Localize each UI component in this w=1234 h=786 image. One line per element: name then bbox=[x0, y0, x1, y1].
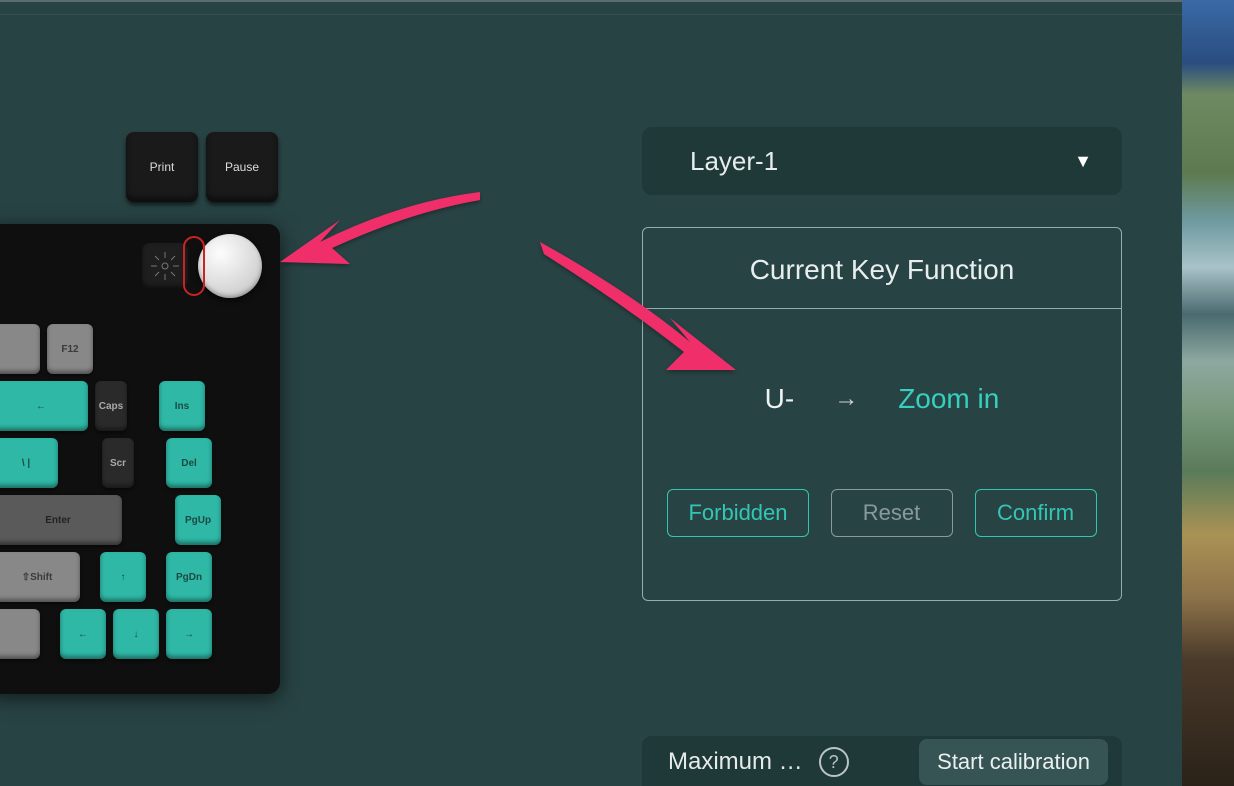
key-print[interactable]: Print bbox=[126, 132, 198, 202]
key-pgdn[interactable]: PgDn bbox=[166, 552, 212, 602]
key-backslash[interactable]: \ | bbox=[0, 438, 58, 488]
layer-dropdown[interactable]: Layer-1 ▼ bbox=[642, 127, 1122, 195]
help-icon[interactable]: ? bbox=[819, 747, 849, 777]
key-blank[interactable] bbox=[0, 324, 40, 374]
keyboard-image: F12 ← Caps Ins \ | Scr Del Enter PgUp ⇧S… bbox=[0, 224, 280, 694]
key-ins[interactable]: Ins bbox=[159, 381, 205, 431]
start-calibration-button[interactable]: Start calibration bbox=[919, 739, 1108, 785]
key-mapping-row: U- → Zoom in bbox=[643, 309, 1121, 489]
key-up[interactable]: ↑ bbox=[100, 552, 146, 602]
key-down[interactable]: ↓ bbox=[113, 609, 159, 659]
key-pause[interactable]: Pause bbox=[206, 132, 278, 202]
desktop-background-strip bbox=[1182, 0, 1234, 786]
top-detached-keys: Print Pause bbox=[126, 132, 290, 208]
key-del[interactable]: Del bbox=[166, 438, 212, 488]
current-key-function-panel: Current Key Function U- → Zoom in Forbid… bbox=[642, 227, 1122, 601]
calibration-label: Maximum … bbox=[668, 748, 803, 776]
chevron-down-icon: ▼ bbox=[1074, 151, 1092, 172]
key-pgup[interactable]: PgUp bbox=[175, 495, 221, 545]
key-scr-indicator: Scr bbox=[102, 438, 134, 488]
arrow-right-icon: → bbox=[834, 385, 858, 413]
layer-selected-label: Layer-1 bbox=[690, 146, 778, 177]
forbidden-button[interactable]: Forbidden bbox=[667, 489, 808, 537]
panel-title: Current Key Function bbox=[643, 228, 1121, 309]
key-backspace[interactable]: ← bbox=[0, 381, 88, 431]
app-panel: Print Pause F12 bbox=[0, 0, 1182, 786]
mapping-to[interactable]: Zoom in bbox=[898, 383, 999, 415]
reset-button[interactable]: Reset bbox=[831, 489, 953, 537]
key-f12[interactable]: F12 bbox=[47, 324, 93, 374]
calibration-bar: Maximum … ? Start calibration bbox=[642, 736, 1122, 786]
key-left[interactable]: ← bbox=[60, 609, 106, 659]
key-blank2[interactable] bbox=[0, 609, 40, 659]
key-caps-indicator: Caps bbox=[95, 381, 127, 431]
key-right[interactable]: → bbox=[166, 609, 212, 659]
mapping-from: U- bbox=[765, 383, 795, 415]
lighting-key-icon[interactable] bbox=[142, 243, 188, 289]
key-enter[interactable]: Enter bbox=[0, 495, 122, 545]
key-shift[interactable]: ⇧Shift bbox=[0, 552, 80, 602]
rotary-knob[interactable] bbox=[198, 234, 262, 298]
confirm-button[interactable]: Confirm bbox=[975, 489, 1097, 537]
